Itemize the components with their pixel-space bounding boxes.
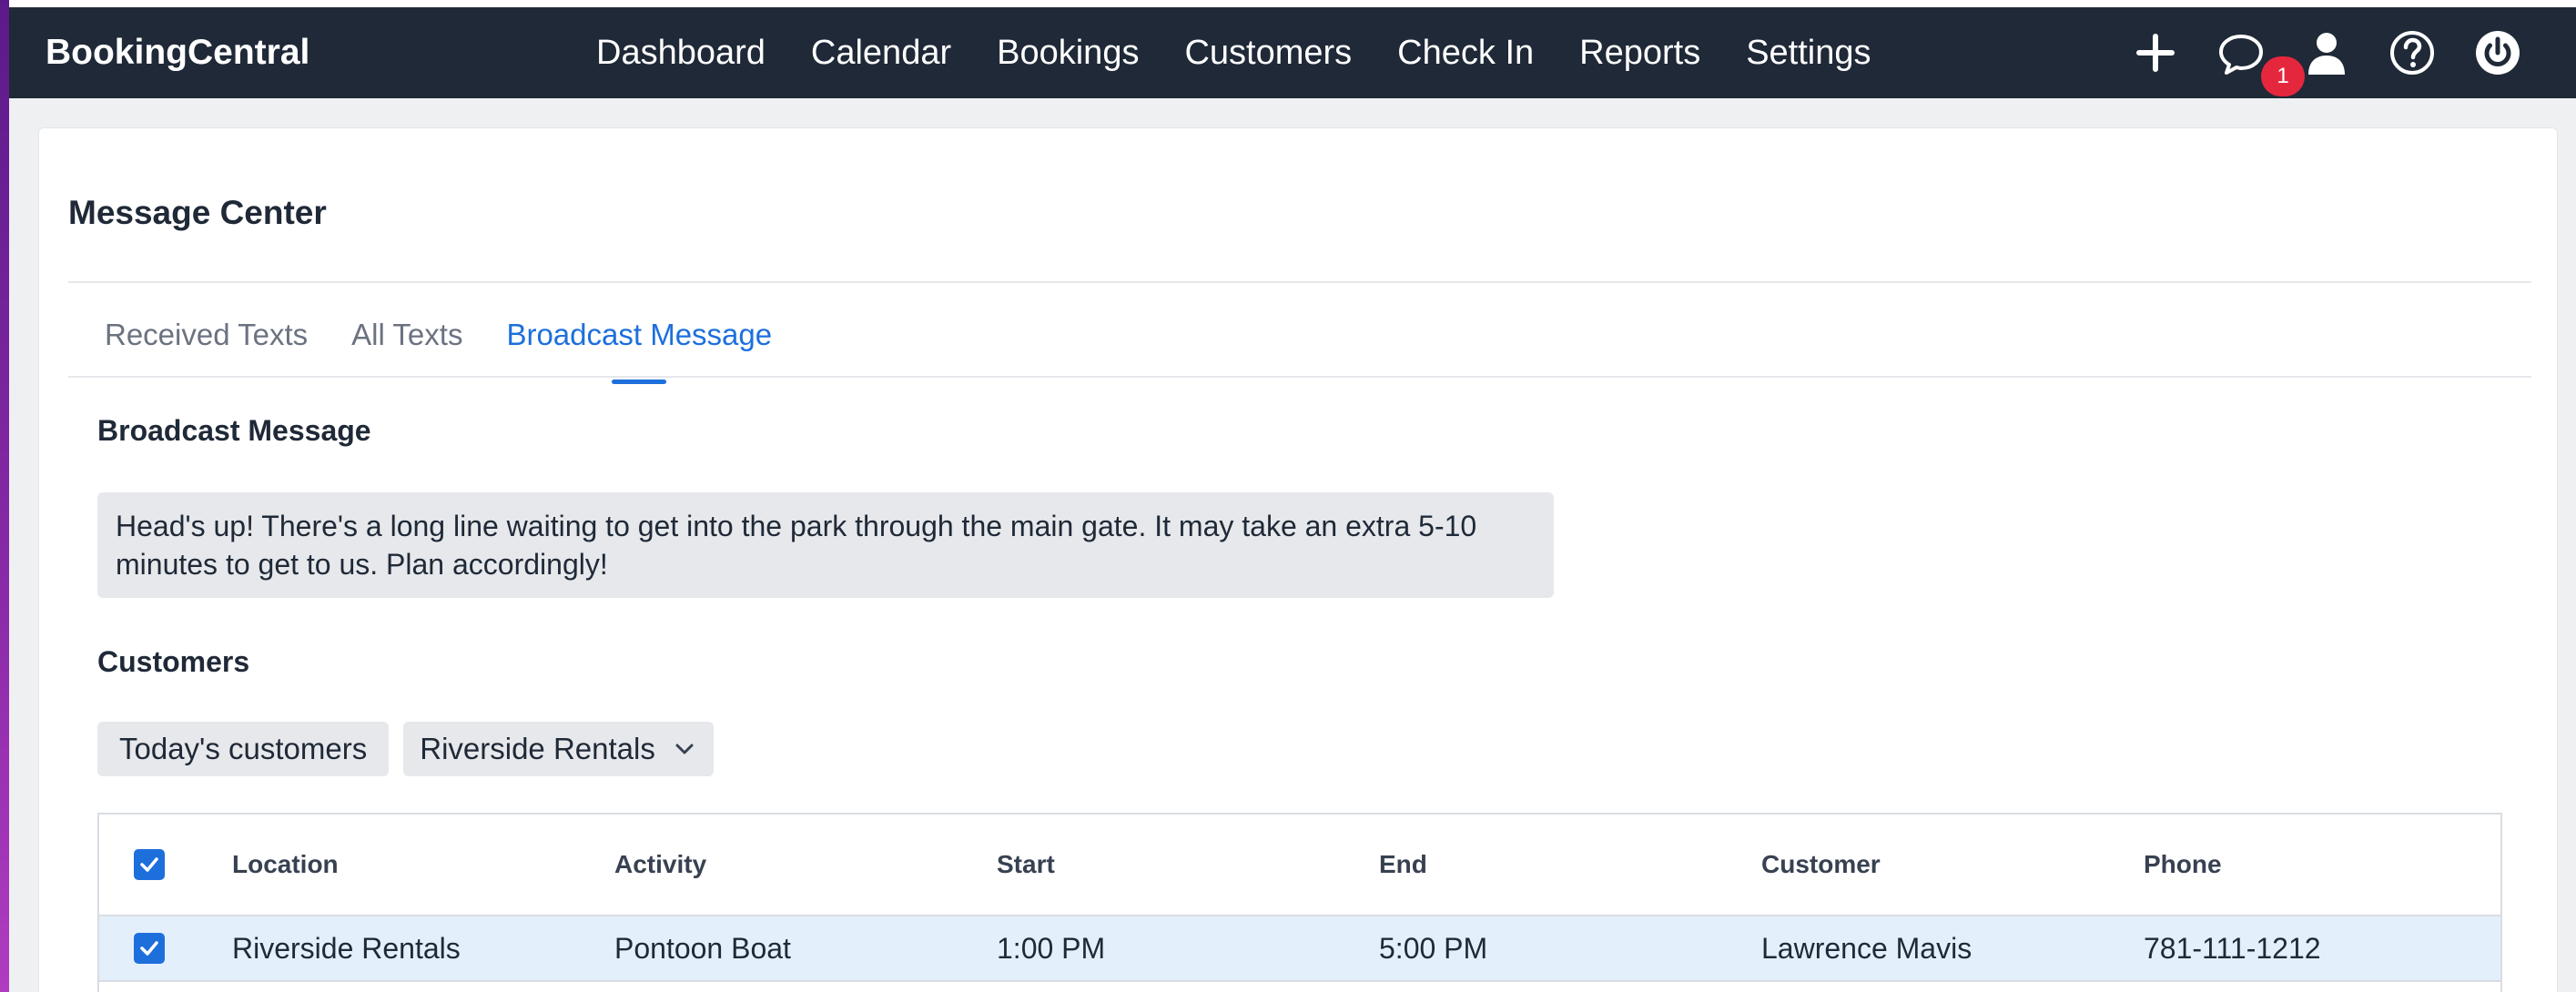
cell-location: Riverside Rentals: [232, 931, 461, 965]
todays-customers-button[interactable]: Today's customers: [97, 722, 390, 776]
window-edge-accent: [0, 0, 9, 992]
top-navbar: BookingCentral Dashboard Calendar Bookin…: [9, 7, 2576, 98]
message-center-card: Message Center Received Texts All Texts …: [38, 127, 2558, 992]
row-checkbox[interactable]: [134, 916, 165, 980]
nav-link-check-in[interactable]: Check In: [1374, 7, 1557, 98]
cell-phone: 781-111-1212: [2144, 931, 2321, 965]
cell-start: 1:00 PM: [997, 931, 1106, 965]
location-select[interactable]: Riverside Rentals: [403, 722, 714, 776]
broadcast-message-input[interactable]: Head's up! There's a long line waiting t…: [97, 492, 1554, 598]
brand-logo[interactable]: BookingCentral: [46, 7, 309, 98]
location-select-value: Riverside Rentals: [420, 732, 655, 765]
column-header-activity[interactable]: Activity: [614, 815, 706, 915]
title-divider: [68, 281, 2531, 283]
select-all-checkbox[interactable]: [134, 815, 165, 915]
user-icon[interactable]: [2301, 27, 2352, 78]
nav-links: Dashboard Calendar Bookings Customers Ch…: [573, 7, 1894, 98]
tab-all-texts[interactable]: All Texts: [330, 296, 484, 383]
column-header-start[interactable]: Start: [997, 815, 1055, 915]
chevron-down-icon: [672, 736, 697, 762]
tabs-divider: [68, 376, 2531, 378]
tab-received-texts[interactable]: Received Texts: [83, 296, 330, 383]
message-tabs: Received Texts All Texts Broadcast Messa…: [83, 296, 794, 384]
customers-table: Location Activity Start End Customer Pho…: [97, 813, 2502, 992]
message-count-badge: 1: [2261, 56, 2305, 96]
column-header-location[interactable]: Location: [232, 815, 339, 915]
nav-link-bookings[interactable]: Bookings: [974, 7, 1161, 98]
cell-end: 5:00 PM: [1379, 931, 1488, 965]
page-title: Message Center: [68, 194, 327, 231]
nav-link-calendar[interactable]: Calendar: [788, 7, 974, 98]
cell-activity: Pontoon Boat: [614, 931, 791, 965]
plus-icon[interactable]: [2130, 27, 2181, 78]
nav-link-customers[interactable]: Customers: [1161, 7, 1374, 98]
power-icon[interactable]: [2472, 27, 2523, 78]
nav-link-settings[interactable]: Settings: [1723, 7, 1893, 98]
nav-link-dashboard[interactable]: Dashboard: [573, 7, 788, 98]
table-header-row: Location Activity Start End Customer Pho…: [99, 815, 2500, 916]
customer-filters: Today's customers Riverside Rentals: [97, 722, 714, 776]
window-top-strip: [9, 0, 2576, 7]
tab-broadcast-message[interactable]: Broadcast Message: [484, 296, 794, 384]
column-header-phone[interactable]: Phone: [2144, 815, 2222, 915]
help-icon[interactable]: [2387, 27, 2438, 78]
customers-heading: Customers: [97, 645, 250, 678]
nav-link-reports[interactable]: Reports: [1557, 7, 1723, 98]
table-row[interactable]: Riverside Rentals Pontoon Boat 1:00 PM 5…: [99, 916, 2500, 982]
cell-customer: Lawrence Mavis: [1761, 931, 1973, 965]
column-header-customer[interactable]: Customer: [1761, 815, 1881, 915]
broadcast-heading: Broadcast Message: [97, 414, 371, 447]
chat-icon[interactable]: [2216, 27, 2267, 78]
column-header-end[interactable]: End: [1379, 815, 1427, 915]
